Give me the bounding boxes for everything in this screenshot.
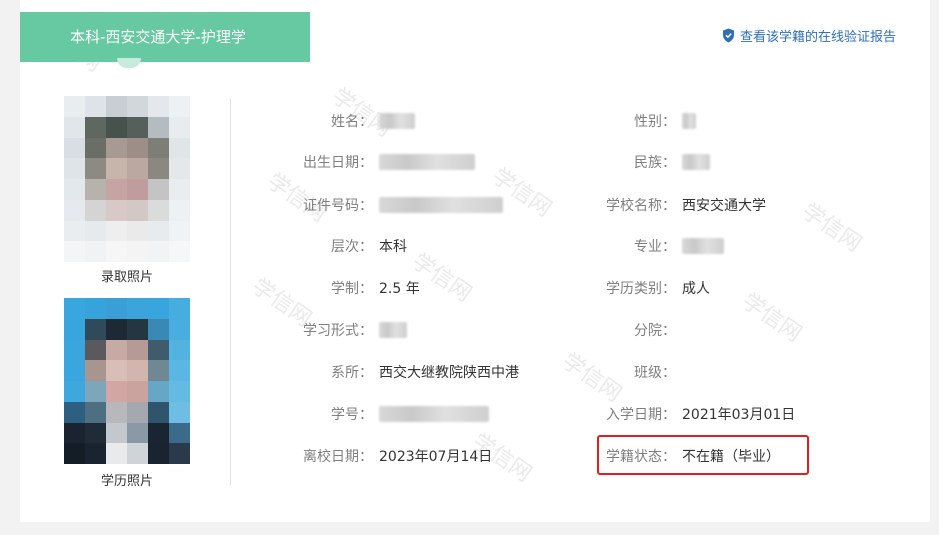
- birth-date-value-redacted: [379, 154, 475, 170]
- degree-photo-caption: 学历照片: [100, 474, 153, 489]
- ethnicity-label: 民族：: [634, 155, 676, 171]
- study-form-value-redacted: [379, 322, 407, 338]
- id-number-value-redacted: [379, 197, 503, 213]
- field-school-name: 学校名称： 西安交通大学: [603, 194, 766, 216]
- field-gender: 性别：: [603, 110, 696, 132]
- duration-value: 2.5 年: [379, 281, 420, 297]
- field-birth-date: 出生日期：: [300, 151, 475, 173]
- leave-date-value: 2023年07月14日: [379, 449, 493, 465]
- birth-date-label: 出生日期：: [303, 155, 373, 171]
- duration-label: 学制：: [331, 281, 373, 297]
- admission-photo: [64, 96, 190, 262]
- enroll-date-label: 入学日期：: [606, 407, 676, 423]
- level-label: 层次：: [331, 239, 373, 255]
- field-ethnicity: 民族：: [603, 151, 710, 173]
- field-class: 班级：: [603, 361, 680, 383]
- degree-photo: [64, 298, 190, 464]
- id-number-label: 证件号码：: [303, 198, 373, 214]
- field-leave-date: 离校日期： 2023年07月14日: [300, 445, 492, 467]
- field-name: 姓名：: [300, 110, 415, 132]
- field-level: 层次： 本科: [300, 235, 407, 257]
- leave-date-label: 离校日期：: [303, 449, 373, 465]
- class-label: 班级：: [634, 365, 676, 381]
- name-value-redacted: [379, 113, 415, 129]
- field-study-form: 学习形式：: [300, 319, 407, 341]
- major-value-redacted: [682, 238, 724, 254]
- degree-tab[interactable]: 本科-西安交通大学-护理学: [20, 12, 310, 62]
- student-number-label: 学号：: [331, 407, 373, 423]
- field-id-number: 证件号码：: [300, 194, 503, 216]
- ethnicity-value-redacted: [682, 154, 710, 170]
- branch-label: 分院：: [634, 323, 676, 339]
- student-number-value-redacted: [379, 406, 489, 422]
- field-branch: 分院：: [603, 319, 680, 341]
- verify-report-link[interactable]: 查看该学籍的在线验证报告: [722, 25, 896, 45]
- field-duration: 学制： 2.5 年: [300, 277, 420, 299]
- enroll-date-value: 2021年03月01日: [682, 407, 796, 423]
- major-label: 专业：: [634, 239, 676, 255]
- vertical-divider: [230, 98, 231, 486]
- shield-check-icon: [723, 28, 734, 42]
- school-name-value: 西安交通大学: [682, 198, 766, 214]
- field-department: 系所： 西交大继教院陕西中港: [300, 361, 519, 383]
- verify-report-label[interactable]: 查看该学籍的在线验证报告: [740, 26, 896, 45]
- status-highlight-box: [597, 435, 809, 475]
- gender-value-redacted: [682, 113, 696, 129]
- school-name-label: 学校名称：: [606, 198, 676, 214]
- name-label: 姓名：: [331, 114, 373, 130]
- department-label: 系所：: [331, 365, 373, 381]
- gender-label: 性别：: [634, 114, 676, 130]
- admission-photo-caption: 录取照片: [100, 270, 153, 285]
- field-student-number: 学号：: [300, 403, 489, 425]
- education-category-value: 成人: [682, 281, 710, 297]
- field-enroll-date: 入学日期： 2021年03月01日: [603, 403, 795, 425]
- level-value: 本科: [379, 239, 407, 255]
- study-form-label: 学习形式：: [303, 323, 373, 339]
- education-category-label: 学历类别：: [606, 281, 676, 297]
- field-major: 专业：: [603, 235, 724, 257]
- department-value: 西交大继教院陕西中港: [379, 365, 519, 381]
- field-education-category: 学历类别： 成人: [603, 277, 710, 299]
